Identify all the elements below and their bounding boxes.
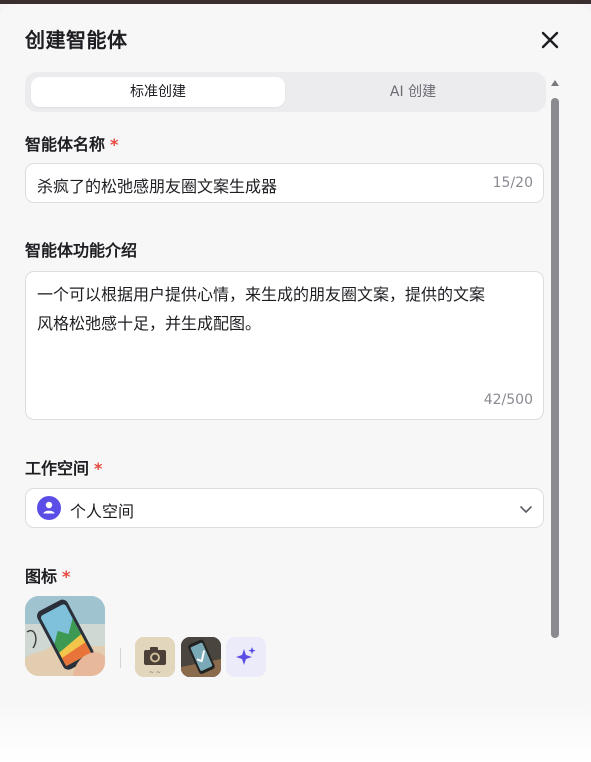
required-mark: * <box>62 567 71 586</box>
tab-standard-create[interactable]: 标准创建 <box>31 77 285 107</box>
scroll-up-arrow-icon[interactable] <box>550 78 560 88</box>
scrollbar[interactable] <box>548 76 562 646</box>
icon-option-camera[interactable]: ~ ~ <box>135 637 175 677</box>
description-line-2: 风格松弛感十足，并生成配图。 <box>37 314 262 333</box>
workspace-select[interactable]: 个人空间 <box>25 488 544 528</box>
description-value: 一个可以根据用户提供心情，来生成的朋友圈文案，提供的文案 风格松弛感十足，并生成… <box>37 280 529 338</box>
required-mark: * <box>94 459 103 478</box>
user-icon <box>43 501 55 514</box>
creation-mode-tabs: 标准创建 AI 创建 <box>25 72 546 112</box>
description-textarea[interactable]: 一个可以根据用户提供心情，来生成的朋友圈文案，提供的文案 风格松弛感十足，并生成… <box>25 271 544 420</box>
icon-label-text: 图标 <box>25 567 58 586</box>
selected-agent-icon[interactable] <box>25 596 105 676</box>
bottom-fade <box>0 704 591 762</box>
camera-sticker-icon: ~ ~ <box>135 637 175 677</box>
agent-name-value: 杀疯了的松弛感朋友圈文案生成器 <box>37 177 278 196</box>
close-icon <box>541 31 559 49</box>
scrollbar-thumb[interactable] <box>551 98 559 638</box>
icon-option-phone-check[interactable] <box>181 637 221 677</box>
description-char-counter: 42/500 <box>483 392 533 408</box>
close-button[interactable] <box>536 26 564 54</box>
agent-name-input[interactable]: 杀疯了的松弛感朋友圈文案生成器 15/20 <box>25 163 544 203</box>
workspace-value: 个人空间 <box>70 502 135 521</box>
create-agent-modal: 创建智能体 标准创建 AI 创建 智能体名称 * 杀疯了的松弛感朋友圈文案生成器 … <box>0 4 591 762</box>
modal-title: 创建智能体 <box>25 28 128 52</box>
chevron-down-icon <box>520 506 532 513</box>
name-label: 智能体名称 * <box>25 131 118 155</box>
icon-divider <box>120 648 121 668</box>
workspace-avatar <box>37 496 61 520</box>
svg-text:~ ~: ~ ~ <box>149 669 161 676</box>
description-label: 智能体功能介绍 <box>25 241 138 260</box>
icon-label: 图标 * <box>25 563 70 587</box>
workspace-label-text: 工作空间 <box>25 459 90 478</box>
phone-checkmark-photo-icon <box>181 637 221 677</box>
phone-landscape-photo-icon <box>25 596 105 676</box>
workspace-label: 工作空间 * <box>25 455 102 479</box>
description-line-1: 一个可以根据用户提供心情，来生成的朋友圈文案，提供的文案 <box>37 285 486 304</box>
required-mark: * <box>110 135 119 154</box>
ai-generate-icon-button[interactable] <box>226 637 266 677</box>
name-label-text: 智能体名称 <box>25 135 106 154</box>
sparkle-icon <box>236 647 256 665</box>
name-char-counter: 15/20 <box>492 175 533 191</box>
tab-ai-create[interactable]: AI 创建 <box>286 77 540 107</box>
